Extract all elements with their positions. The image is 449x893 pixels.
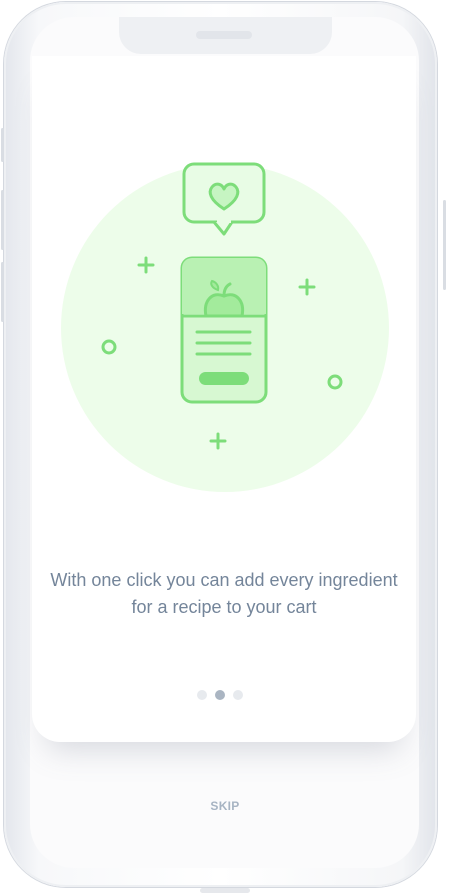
pagination-dots: [197, 690, 253, 702]
recipe-cart-illustration: [61, 162, 389, 492]
home-indicator: [200, 888, 250, 893]
phone-side-button-left: [1, 262, 4, 322]
pagination-dot[interactable]: [233, 690, 243, 700]
heart-bubble-icon: [182, 162, 266, 236]
pagination-dot-active[interactable]: [215, 690, 225, 700]
phone-recipe-icon: [180, 256, 268, 404]
phone-side-button-left: [1, 190, 4, 250]
phone-side-button-right: [443, 200, 446, 290]
onboarding-caption: With one click you can add every ingredi…: [50, 570, 398, 617]
phone-side-button-left: [1, 128, 4, 162]
pagination-dot[interactable]: [197, 690, 207, 700]
speaker-grille: [196, 31, 252, 39]
skip-button[interactable]: SKIP: [195, 799, 255, 813]
